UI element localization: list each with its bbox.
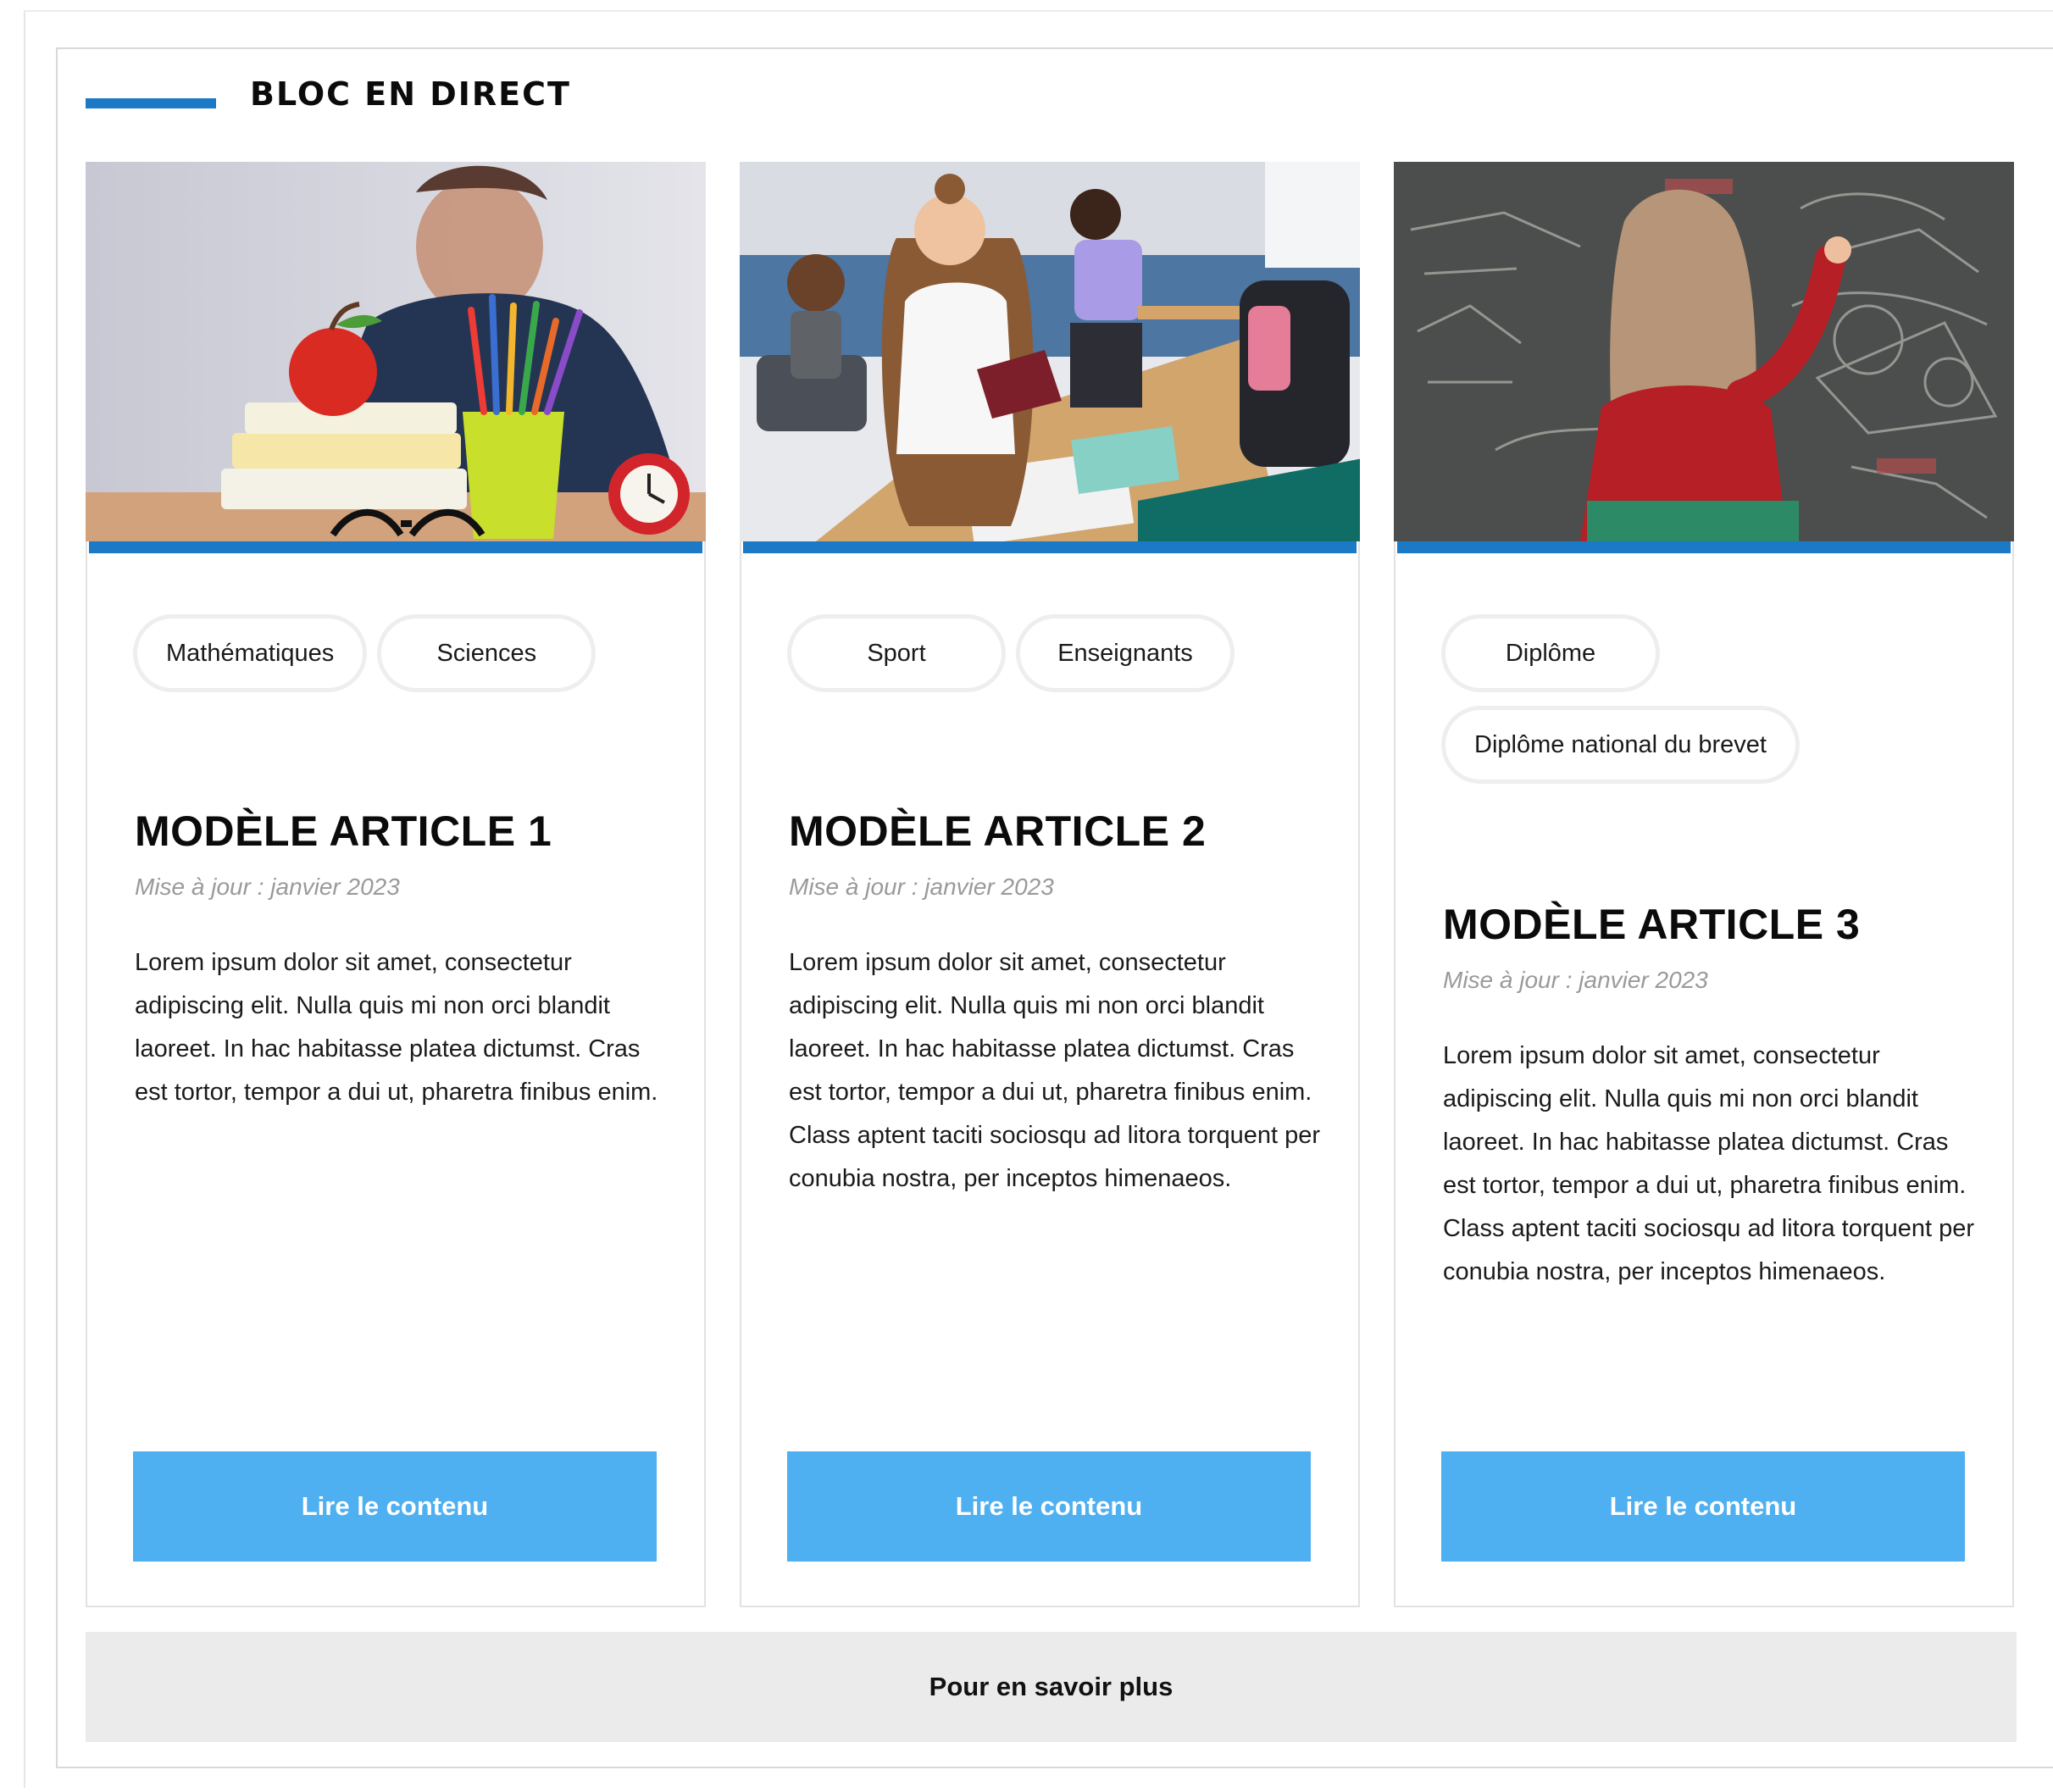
tag-sport[interactable]: Sport [787,614,1006,692]
article-cards: Mathématiques Sciences MODÈLE ARTICLE 1 … [86,162,2014,1607]
chalkboard-writing-photo-icon [1394,162,2014,541]
article-excerpt: Lorem ipsum dolor sit amet, consectetur … [789,949,1321,1192]
article-title: MODÈLE ARTICLE 2 [789,807,1207,855]
card-accent-bar [743,541,1357,553]
article-excerpt: Lorem ipsum dolor sit amet, consectetur … [135,949,658,1106]
article-card: Mathématiques Sciences MODÈLE ARTICLE 1 … [86,162,706,1607]
article-content: MODÈLE ARTICLE 3 Mise à jour : janvier 2… [1443,897,1977,1318]
read-content-button[interactable]: Lire le contenu [787,1451,1311,1562]
article-date: Mise à jour : janvier 2023 [1443,967,1708,993]
article-date: Mise à jour : janvier 2023 [135,874,400,900]
tag-mathematiques[interactable]: Mathématiques [133,614,368,692]
school-supplies-photo-icon [86,162,706,541]
block-header: BLOC EN DIRECT [86,64,571,124]
school-supplies-photo-icon [86,162,706,541]
article-title: MODÈLE ARTICLE 1 [135,807,552,855]
learn-more-button[interactable]: Pour en savoir plus [86,1632,2017,1742]
chalkboard-writing-photo-icon [1394,162,2014,541]
tag-enseignants[interactable]: Enseignants [1016,614,1235,692]
card-accent-bar [89,541,702,553]
article-card: Diplôme Diplôme national du brevet MODÈL… [1394,162,2014,1607]
tag-diplome[interactable]: Diplôme [1441,614,1660,692]
tag-sciences[interactable]: Sciences [377,614,596,692]
tag-list: Diplôme Diplôme national du brevet [1441,614,1975,784]
article-content: MODÈLE ARTICLE 2 Mise à jour : janvier 2… [789,804,1323,1225]
header-accent-bar [86,98,216,108]
tag-list: Mathématiques Sciences [133,614,667,692]
article-content: MODÈLE ARTICLE 1 Mise à jour : janvier 2… [135,804,669,1139]
tag-list: Sport Enseignants [787,614,1321,692]
article-title: MODÈLE ARTICLE 3 [1443,901,1861,948]
block-title: BLOC EN DIRECT [250,75,571,113]
live-block: BLOC EN DIRECT Mathématiques Sciences MO… [56,47,2053,1768]
tag-diplome-national-du-brevet[interactable]: Diplôme national du brevet [1441,706,1800,784]
article-date: Mise à jour : janvier 2023 [789,874,1054,900]
read-content-button[interactable]: Lire le contenu [1441,1451,1965,1562]
classroom-reading-photo-icon [740,162,1360,541]
card-accent-bar [1397,541,2011,553]
article-excerpt: Lorem ipsum dolor sit amet, consectetur … [1443,1042,1975,1285]
read-content-button[interactable]: Lire le contenu [133,1451,657,1562]
classroom-reading-photo-icon [740,162,1360,541]
article-card: Sport Enseignants MODÈLE ARTICLE 2 Mise … [740,162,1360,1607]
